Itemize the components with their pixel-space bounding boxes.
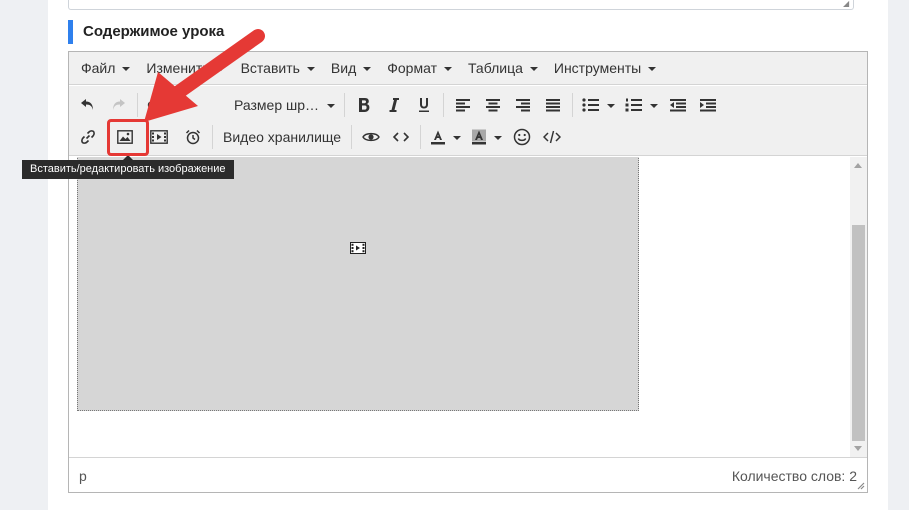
outdent-button[interactable] bbox=[663, 91, 693, 119]
tooltip: Вставить/редактировать изображение bbox=[22, 155, 234, 179]
text-color-icon bbox=[431, 130, 446, 145]
outdent-icon bbox=[670, 99, 686, 112]
previous-textarea[interactable]: ◢ bbox=[68, 0, 854, 10]
video-placeholder[interactable] bbox=[77, 157, 639, 411]
numbered-list-icon bbox=[625, 98, 642, 112]
word-count: Количество слов: 2 bbox=[731, 468, 857, 484]
toolbar-separator bbox=[137, 93, 138, 117]
menu-format[interactable]: Формат bbox=[379, 52, 460, 85]
bullet-list-icon bbox=[582, 98, 599, 112]
align-center-button[interactable] bbox=[478, 91, 508, 119]
content-scrollbar[interactable] bbox=[850, 157, 867, 457]
toolbar-separator bbox=[344, 93, 345, 117]
menu-file[interactable]: Файл bbox=[73, 52, 138, 85]
chevron-down-icon bbox=[306, 67, 315, 71]
link-icon bbox=[81, 130, 95, 144]
editor-statusbar: p Количество слов: 2 bbox=[69, 457, 867, 492]
resize-handle[interactable]: ◢ bbox=[843, 0, 851, 8]
element-path[interactable]: p bbox=[79, 458, 87, 494]
chevron-down-icon bbox=[494, 136, 503, 140]
bullet-list-button[interactable] bbox=[577, 91, 620, 119]
background-color-button[interactable] bbox=[466, 123, 507, 151]
link-button[interactable] bbox=[73, 123, 103, 151]
resize-grip-icon[interactable] bbox=[855, 480, 865, 490]
video-storage-label: Видео хранилище bbox=[223, 129, 342, 145]
chevron-down-icon bbox=[650, 104, 658, 108]
chevron-down-icon bbox=[122, 67, 131, 71]
menu-view-label: Вид bbox=[330, 59, 357, 76]
undo-button[interactable] bbox=[73, 91, 103, 119]
code-icon bbox=[393, 132, 410, 142]
source-code-icon bbox=[543, 130, 562, 144]
chevron-down-icon bbox=[529, 67, 538, 71]
scroll-up-icon[interactable] bbox=[854, 163, 862, 168]
chevron-down-icon bbox=[443, 67, 452, 71]
menu-format-label: Формат bbox=[387, 59, 437, 76]
emoticons-button[interactable] bbox=[507, 123, 537, 151]
chevron-down-icon bbox=[648, 67, 657, 71]
menu-table[interactable]: Таблица bbox=[460, 52, 546, 85]
redo-icon bbox=[113, 99, 125, 110]
media-icon bbox=[150, 130, 168, 144]
chevron-down-icon bbox=[453, 136, 462, 140]
menu-view[interactable]: Вид bbox=[323, 52, 379, 85]
toolbar-separator bbox=[420, 125, 422, 149]
indent-icon bbox=[700, 99, 716, 112]
menu-tools[interactable]: Инструменты bbox=[546, 52, 664, 85]
menu-file-label: Файл bbox=[81, 59, 116, 76]
redo-button[interactable] bbox=[103, 91, 133, 119]
background-color-icon bbox=[472, 129, 487, 145]
italic-button[interactable] bbox=[379, 91, 409, 119]
menu-table-label: Таблица bbox=[467, 59, 523, 76]
scroll-down-icon[interactable] bbox=[854, 446, 862, 451]
smiley-icon bbox=[513, 128, 531, 146]
media-icon bbox=[350, 242, 366, 254]
toolbar-separator bbox=[572, 93, 573, 117]
text-color-button[interactable] bbox=[425, 123, 466, 151]
chevron-down-icon bbox=[363, 67, 372, 71]
source-code-button[interactable] bbox=[537, 123, 567, 151]
code-button[interactable] bbox=[386, 123, 416, 151]
editor-content-area[interactable] bbox=[69, 157, 867, 457]
align-right-icon bbox=[516, 99, 530, 112]
toolbar-separator bbox=[212, 125, 213, 149]
alarm-clock-icon bbox=[185, 129, 201, 145]
menu-tools-label: Инструменты bbox=[553, 59, 642, 76]
align-center-icon bbox=[486, 99, 500, 112]
indent-button[interactable] bbox=[693, 91, 723, 119]
bold-button[interactable] bbox=[349, 91, 379, 119]
align-left-icon bbox=[456, 99, 470, 112]
numbered-list-button[interactable] bbox=[620, 91, 663, 119]
preview-button[interactable] bbox=[356, 123, 386, 151]
justify-button[interactable] bbox=[538, 91, 568, 119]
undo-icon bbox=[81, 99, 93, 110]
italic-icon bbox=[389, 98, 399, 112]
chevron-down-icon bbox=[327, 104, 335, 108]
scrollbar-thumb[interactable] bbox=[852, 225, 865, 441]
align-justify-icon bbox=[546, 99, 560, 112]
align-left-button[interactable] bbox=[448, 91, 478, 119]
toolbar-separator bbox=[443, 93, 444, 117]
underline-button[interactable] bbox=[409, 91, 439, 119]
chevron-down-icon bbox=[607, 104, 615, 108]
eye-icon bbox=[362, 132, 380, 142]
underline-icon bbox=[419, 98, 429, 112]
toolbar-separator bbox=[351, 125, 353, 149]
annotation-arrow-icon bbox=[144, 29, 265, 122]
bold-icon bbox=[359, 98, 370, 112]
align-right-button[interactable] bbox=[508, 91, 538, 119]
